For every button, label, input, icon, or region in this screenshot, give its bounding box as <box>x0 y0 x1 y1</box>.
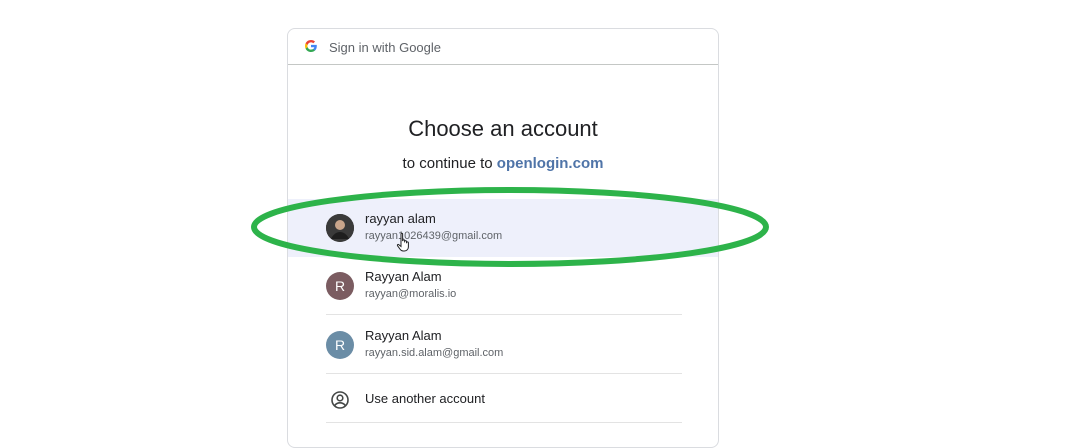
divider <box>326 373 682 374</box>
account-email: rayyan@moralis.io <box>365 288 457 300</box>
card-header: Sign in with Google <box>288 29 718 65</box>
profile-photo-icon <box>326 214 354 242</box>
use-another-account-row[interactable]: Use another account <box>288 375 718 423</box>
account-circle-icon <box>331 391 349 409</box>
account-row-1[interactable]: rayyan alam rayyan1026439@gmail.com <box>288 199 718 257</box>
divider <box>326 422 682 423</box>
account-row-3[interactable]: R Rayyan Alam rayyan.sid.alam@gmail.com <box>288 316 718 374</box>
account-name: rayyan alam <box>365 211 436 226</box>
account-email: rayyan1026439@gmail.com <box>365 230 503 242</box>
use-another-account-label: Use another account <box>365 391 485 406</box>
page-subtitle: to continue to openlogin.com <box>288 155 718 172</box>
subtitle-prefix: to continue to <box>402 155 497 172</box>
avatar: R <box>326 272 354 300</box>
header-text: Sign in with Google <box>329 40 442 55</box>
account-name: Rayyan Alam <box>365 269 442 284</box>
avatar: R <box>326 331 354 359</box>
google-g-icon <box>305 40 317 52</box>
page-title: Choose an account <box>408 116 598 141</box>
avatar <box>326 214 354 242</box>
sign-in-card: Sign in with Google Choose an account to… <box>287 28 719 448</box>
account-row-2[interactable]: R Rayyan Alam rayyan@moralis.io <box>288 257 718 315</box>
account-name: Rayyan Alam <box>365 328 442 343</box>
subtitle-domain[interactable]: openlogin.com <box>497 155 604 172</box>
divider <box>326 314 682 315</box>
account-email: rayyan.sid.alam@gmail.com <box>365 347 504 359</box>
